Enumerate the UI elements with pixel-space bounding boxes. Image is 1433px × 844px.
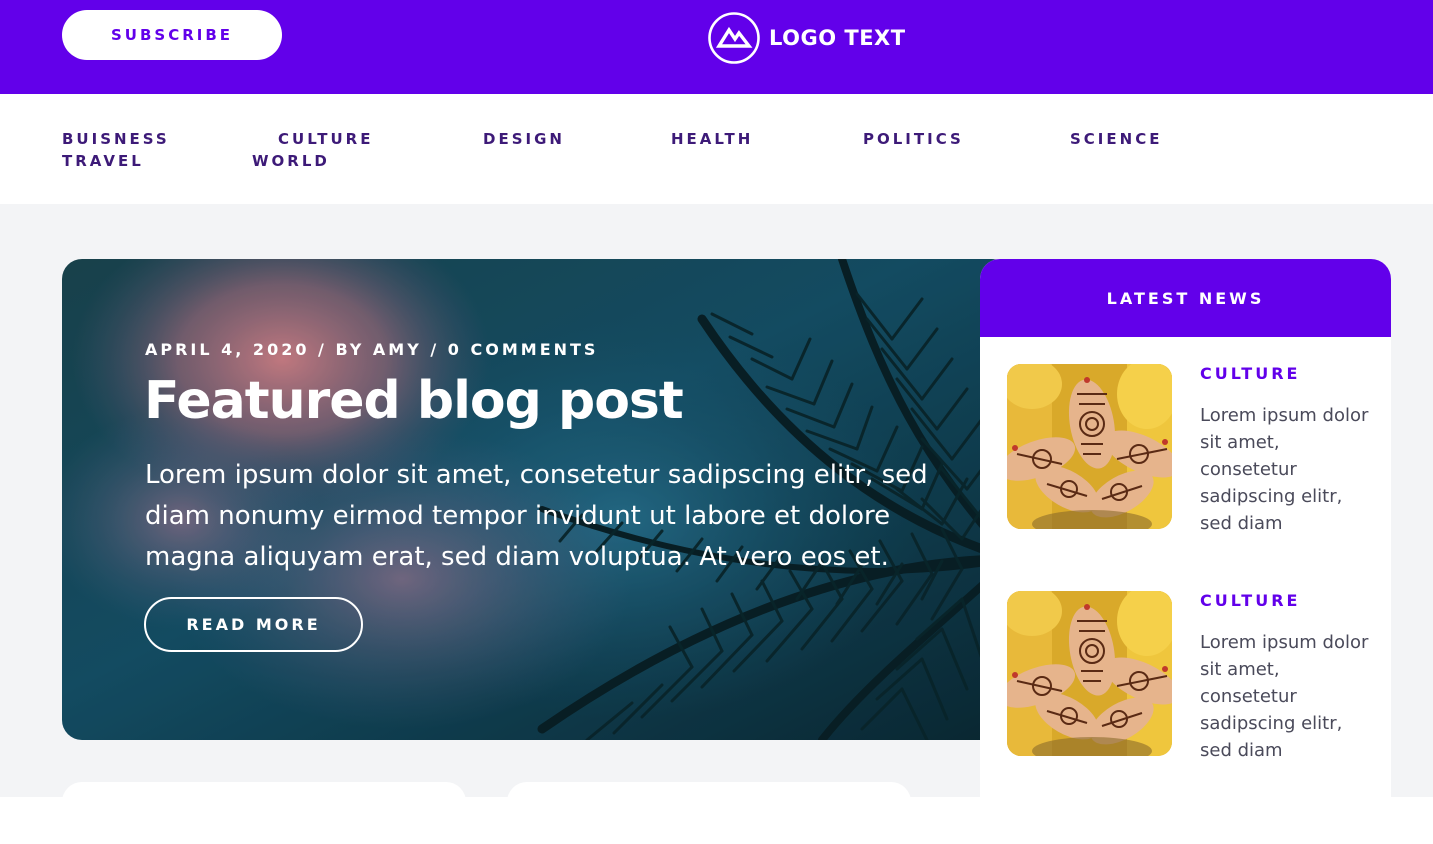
- news-category-link[interactable]: CULTURE: [1200, 591, 1300, 610]
- mountain-logo-icon: [708, 11, 760, 64]
- news-excerpt: Lorem ipsum dolor sit amet, consetetur s…: [1200, 632, 1369, 761]
- site-header: SUBSCRIBE LOGO TEXT: [0, 0, 1433, 94]
- post-title[interactable]: Featured blog post: [144, 371, 684, 431]
- nav-item-design[interactable]: DESIGN: [483, 130, 565, 148]
- nav-item-politics[interactable]: POLITICS: [863, 130, 964, 148]
- nav-item-travel[interactable]: TRAVEL: [62, 152, 144, 170]
- category-nav: BUISNESS CULTURE DESIGN HEALTH POLITICS …: [0, 94, 1433, 204]
- latest-news-panel: LATEST NEWS CULTURE Lorem ipsum dolor si…: [980, 259, 1391, 797]
- news-excerpt: Lorem ipsum dolor sit amet, consetetur s…: [1200, 405, 1369, 534]
- news-item[interactable]: CULTURE Lorem ipsum dolor sit amet, cons…: [1007, 364, 1377, 534]
- post-excerpt: Lorem ipsum dolor sit amet, consetetur s…: [145, 460, 928, 572]
- news-item[interactable]: CULTURE Lorem ipsum dolor sit amet, cons…: [1007, 591, 1377, 761]
- nav-item-culture[interactable]: CULTURE: [278, 130, 373, 148]
- read-more-button[interactable]: READ MORE: [144, 597, 363, 652]
- post-card[interactable]: [62, 782, 466, 797]
- post-meta: APRIL 4, 2020 / BY AMY / 0 COMMENTS: [145, 340, 599, 359]
- nav-item-science[interactable]: SCIENCE: [1070, 130, 1162, 148]
- nav-item-business[interactable]: BUISNESS: [62, 130, 170, 148]
- logo-text: LOGO TEXT: [769, 25, 906, 50]
- nav-item-world[interactable]: WORLD: [252, 152, 330, 170]
- news-category-link[interactable]: CULTURE: [1200, 364, 1300, 383]
- main-content: APRIL 4, 2020 / BY AMY / 0 COMMENTS Feat…: [0, 204, 1433, 797]
- site-logo[interactable]: LOGO TEXT: [708, 10, 906, 65]
- latest-news-title: LATEST NEWS: [980, 259, 1391, 337]
- subscribe-button[interactable]: SUBSCRIBE: [62, 10, 282, 60]
- henna-hands-image[interactable]: [1007, 364, 1172, 529]
- nav-item-health[interactable]: HEALTH: [671, 130, 753, 148]
- post-card[interactable]: [507, 782, 911, 797]
- featured-post: APRIL 4, 2020 / BY AMY / 0 COMMENTS Feat…: [62, 259, 1012, 740]
- henna-hands-image[interactable]: [1007, 591, 1172, 756]
